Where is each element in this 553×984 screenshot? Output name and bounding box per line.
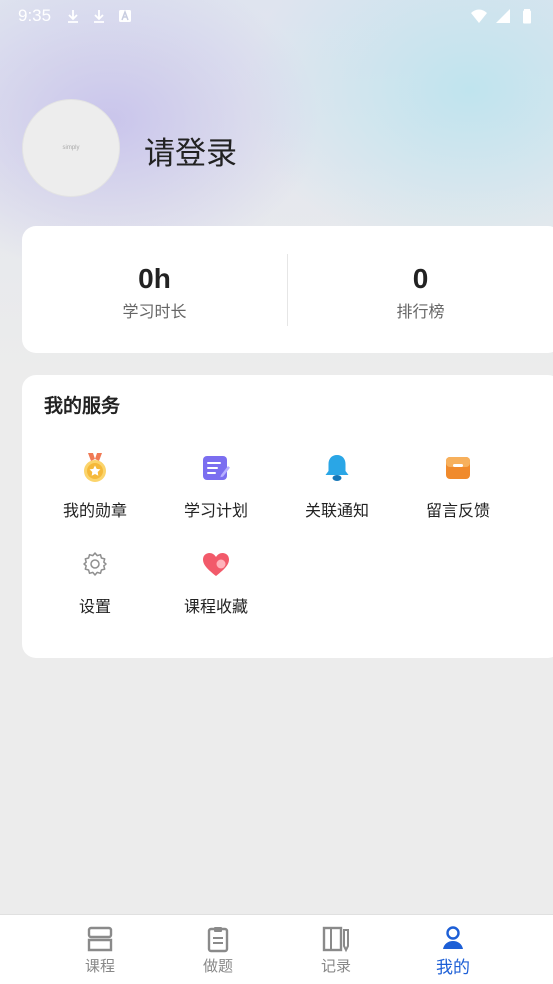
notebook-icon (322, 926, 349, 953)
stat-study-time[interactable]: 0h 学习时长 (22, 226, 287, 353)
clipboard-icon (207, 927, 229, 953)
service-feedback[interactable]: 留言反馈 (398, 451, 518, 521)
services-card: 我的服务 我的勋章 学习计划 关联通知 留言反馈 设置 课程收藏 (22, 375, 553, 658)
stat-label: 排行榜 (396, 301, 445, 321)
a-icon (119, 9, 132, 22)
mailbox-icon (441, 451, 475, 485)
tab-profile[interactable]: 我的 (408, 915, 498, 984)
tab-exercises[interactable]: 做题 (173, 915, 263, 984)
battery-icon (523, 9, 531, 24)
service-label: 学习计划 (183, 501, 248, 520)
medal-icon (78, 451, 112, 485)
tab-label: 记录 (320, 957, 351, 975)
login-prompt[interactable]: 请登录 (144, 128, 237, 173)
signal-icon (496, 9, 510, 23)
plan-icon (199, 451, 233, 485)
stat-value: 0h (138, 262, 171, 294)
avatar-text: simply (62, 145, 80, 151)
tab-records[interactable]: 记录 (291, 915, 381, 984)
course-icon (87, 926, 113, 952)
person-icon (443, 926, 463, 949)
status-bar: 9:35 (0, 0, 553, 32)
gear-icon (78, 547, 112, 581)
service-favorites[interactable]: 课程收藏 (156, 547, 276, 617)
heart-icon (199, 547, 233, 581)
service-label: 我的勋章 (62, 501, 127, 520)
bell-icon (320, 451, 354, 485)
service-label: 设置 (78, 597, 111, 616)
service-label: 课程收藏 (183, 597, 248, 616)
service-study-plan[interactable]: 学习计划 (156, 451, 276, 521)
service-settings[interactable]: 设置 (35, 547, 155, 617)
tab-label: 课程 (84, 957, 115, 975)
service-label: 关联通知 (304, 501, 369, 520)
status-time: 9:35 (18, 6, 52, 25)
service-medals[interactable]: 我的勋章 (35, 451, 155, 521)
tab-label: 我的 (436, 958, 470, 978)
download-icon (94, 10, 105, 23)
stat-ranking[interactable]: 0 排行榜 (288, 226, 553, 353)
service-notifications[interactable]: 关联通知 (277, 451, 397, 521)
stat-value: 0 (412, 262, 429, 294)
service-label: 留言反馈 (425, 501, 490, 520)
stats-card: 0h 学习时长 0 排行榜 (22, 226, 553, 353)
avatar[interactable]: simply (22, 99, 120, 197)
tab-label: 做题 (202, 957, 233, 975)
bottom-tab-bar: 课程 做题 记录 我的 (0, 914, 553, 984)
download-icon (68, 10, 79, 23)
wifi-icon (471, 9, 487, 23)
tab-courses[interactable]: 课程 (55, 915, 145, 984)
stat-label: 学习时长 (122, 301, 187, 321)
services-title: 我的服务 (44, 395, 121, 417)
